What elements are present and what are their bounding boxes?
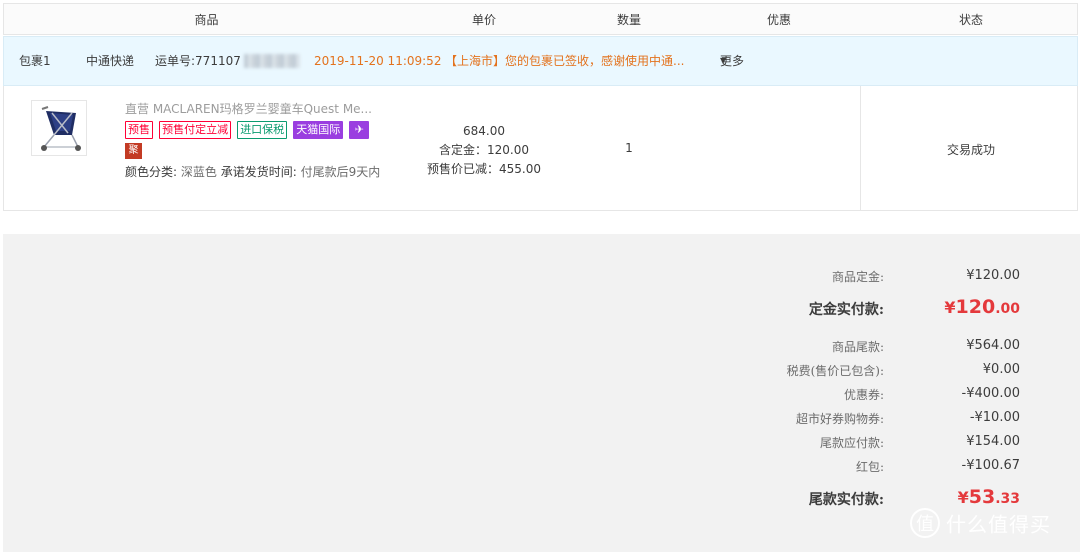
tax-value: ¥0.00 — [982, 362, 1020, 377]
balance-due-label: 尾款应付款: — [819, 436, 884, 450]
col-qty-header: 数量 — [616, 13, 641, 27]
watermark: 值什么值得买 — [910, 508, 1051, 544]
tracking-number[interactable]: 运单号:771107 — [155, 37, 241, 85]
watermark-text: 什么值得买 — [946, 512, 1051, 537]
summary-row-coupon: 优惠券: -¥400.00 — [3, 386, 1080, 406]
carrier-name: 中通快递 — [86, 54, 135, 68]
deposit-label: 商品定金: — [831, 270, 884, 284]
stroller-image — [32, 101, 86, 155]
color-label: 颜色分类: — [125, 165, 178, 179]
summary-row-deposit-paid: 定金实付款: ¥120.00 — [3, 296, 1080, 318]
col-product-header: 商品 — [194, 13, 219, 27]
tag-presale: 预售 — [125, 121, 153, 139]
final-paid-label: 尾款实付款: — [808, 492, 884, 508]
product-attributes: 颜色分类: 深蓝色 承诺发货时间: 付尾款后9天内 — [125, 165, 387, 180]
deposit-included: 含定金：120.00 — [439, 143, 529, 157]
summary-row-market-coupon: 超市好券购物券: -¥10.00 — [3, 410, 1080, 430]
price-cell: 684.00 含定金：120.00 预售价已减：455.00 — [409, 122, 559, 179]
final-paid-value: ¥53.33 — [958, 486, 1020, 508]
deposit-paid-value: ¥120.00 — [944, 296, 1020, 318]
deposit-paid-label: 定金实付款: — [808, 302, 884, 318]
ju-badge: 聚 — [125, 143, 142, 159]
redacted-tracking-blur — [244, 54, 300, 68]
coupon-value: -¥400.00 — [961, 386, 1020, 401]
col-discount-header: 优惠 — [766, 13, 791, 27]
order-table-header: 商品 单价 数量 优惠 状态 — [3, 3, 1078, 35]
redpacket-value: -¥100.67 — [961, 458, 1020, 473]
ship-value: 付尾款后9天内 — [300, 165, 381, 179]
order-row: 直营 MACLAREN玛格罗兰婴童车Quest Me... 预售 预售付定立减 … — [3, 86, 1078, 211]
balance-value: ¥564.00 — [966, 338, 1020, 353]
summary-row-balance-due: 尾款应付款: ¥154.00 — [3, 434, 1080, 454]
summary-row-balance: 商品尾款: ¥564.00 — [3, 338, 1080, 358]
tracking-message: 【上海市】您的包裹已签收，感谢使用中通... — [445, 54, 685, 68]
col-price-header: 单价 — [471, 13, 496, 27]
market-coupon-label: 超市好券购物券: — [795, 412, 884, 426]
summary-row-final-paid: 尾款实付款: ¥53.33 — [3, 486, 1080, 508]
summary-row-redpacket: 红包: -¥100.67 — [3, 458, 1080, 478]
summary-row-tax: 税费(售价已包含): ¥0.00 — [3, 362, 1080, 382]
order-status: 交易成功 — [946, 143, 995, 157]
balance-label: 商品尾款: — [831, 340, 884, 354]
product-name-link[interactable]: 直营 MACLAREN玛格罗兰婴童车Quest Me... — [125, 100, 395, 117]
redpacket-label: 红包: — [855, 460, 884, 474]
summary-row-deposit: 商品定金: ¥120.00 — [3, 268, 1080, 288]
tracking-datetime: 2019-11-20 11:09:52 — [314, 54, 442, 68]
color-value: 深蓝色 — [180, 165, 217, 179]
final-paid-yen: ¥ — [957, 488, 969, 507]
tag-tmall-global: 天猫国际 — [293, 121, 344, 139]
airplane-icon: ✈ — [349, 121, 370, 139]
package-bar: 包裹1 中通快递 运单号:771107 2019-11-20 11:09:52 … — [3, 36, 1078, 86]
caret-down-icon: ▼ — [720, 56, 727, 65]
quantity: 1 — [625, 141, 633, 155]
product-thumbnail[interactable] — [31, 100, 87, 156]
watermark-logo-icon: 值 — [910, 508, 940, 538]
balance-due-value: ¥154.00 — [966, 434, 1020, 449]
package-name: 包裹1 — [19, 54, 51, 68]
product-tags: 预售 预售付定立减 进口保税 天猫国际 ✈ — [125, 121, 370, 139]
final-paid-dec: .33 — [995, 491, 1020, 507]
deposit-value: ¥120.00 — [966, 268, 1020, 283]
tag-bonded-import: 进口保税 — [237, 121, 288, 139]
col-status-header: 状态 — [958, 13, 983, 27]
final-paid-int: 53 — [968, 486, 996, 508]
ship-label: 承诺发货时间: — [220, 165, 297, 179]
presale-reduce: 预售价已减：455.00 — [427, 162, 541, 176]
deposit-paid-int: 120 — [955, 296, 996, 318]
unit-price: 684.00 — [463, 124, 505, 138]
coupon-label: 优惠券: — [843, 388, 884, 402]
tag-presale-deposit: 预售付定立减 — [159, 121, 232, 139]
deposit-paid-dec: .00 — [995, 301, 1020, 317]
payment-summary: 商品定金: ¥120.00 定金实付款: ¥120.00 商品尾款: ¥564.… — [3, 234, 1080, 552]
tax-label: 税费(售价已包含): — [786, 364, 884, 378]
market-coupon-value: -¥10.00 — [969, 410, 1020, 425]
deposit-paid-yen: ¥ — [944, 298, 956, 317]
